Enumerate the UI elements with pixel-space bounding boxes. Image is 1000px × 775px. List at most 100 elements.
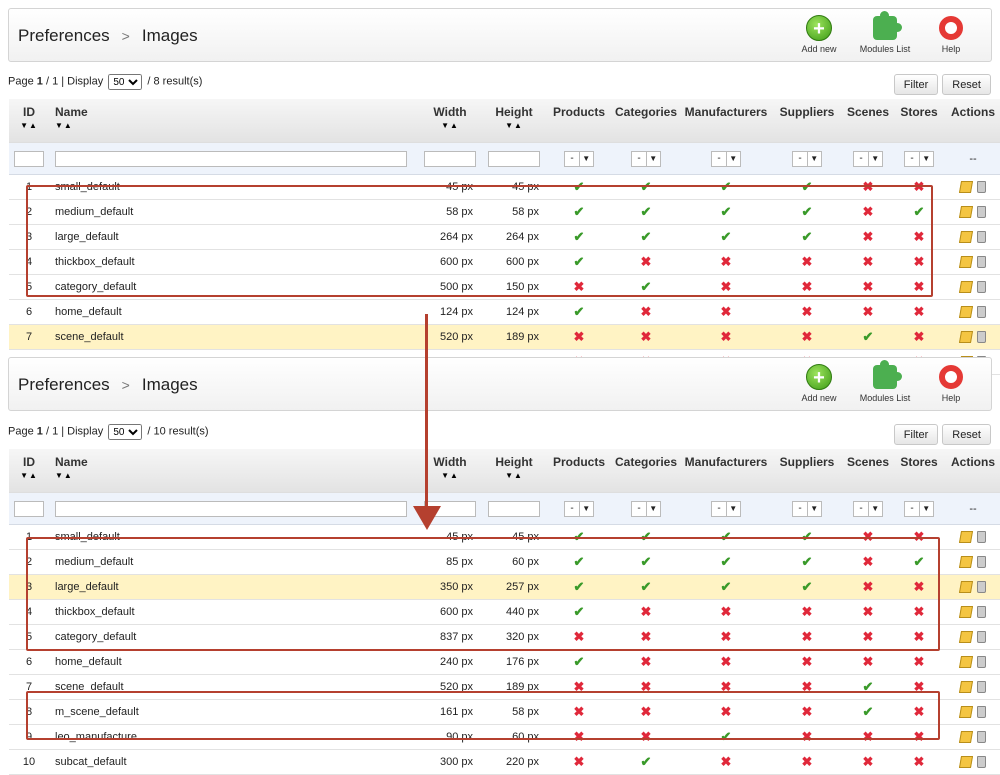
cross-icon[interactable]: ✖ (721, 654, 732, 669)
scenes-filter-select[interactable]: - ▼ (853, 150, 883, 167)
edit-icon[interactable] (958, 656, 974, 669)
cross-icon[interactable]: ✖ (914, 579, 925, 594)
cross-icon[interactable]: ✖ (802, 329, 813, 344)
check-icon[interactable]: ✔ (641, 754, 652, 769)
trash-icon[interactable] (977, 306, 986, 319)
edit-icon[interactable] (958, 256, 974, 269)
cross-icon[interactable]: ✖ (863, 654, 874, 669)
cross-icon[interactable]: ✖ (802, 254, 813, 269)
cross-icon[interactable]: ✖ (641, 654, 652, 669)
table-row[interactable]: 7 scene_default 520 px 189 px ✖ ✖ ✖ ✖ ✔ ✖ (9, 324, 1000, 350)
edit-icon[interactable] (958, 206, 974, 219)
check-icon[interactable]: ✔ (641, 579, 652, 594)
table-row[interactable]: 1 small_default 45 px 45 px ✔ ✔ ✔ ✔ ✖ ✖ (9, 174, 1000, 200)
table-row[interactable]: 3 large_default 264 px 264 px ✔ ✔ ✔ ✔ ✖ ✖ (9, 224, 1000, 250)
cross-icon[interactable]: ✖ (863, 754, 874, 769)
cross-icon[interactable]: ✖ (914, 229, 925, 244)
trash-icon[interactable] (977, 706, 986, 719)
edit-icon[interactable] (958, 231, 974, 244)
check-icon[interactable]: ✔ (802, 529, 813, 544)
cross-icon[interactable]: ✖ (914, 604, 925, 619)
cross-icon[interactable]: ✖ (721, 704, 732, 719)
page-size-select[interactable]: 50 (108, 74, 143, 90)
help-button[interactable]: Help (925, 14, 977, 54)
cross-icon[interactable]: ✖ (863, 729, 874, 744)
cross-icon[interactable]: ✖ (914, 654, 925, 669)
table-row[interactable]: 7 scene_default 520 px 189 px ✖ ✖ ✖ ✖ ✔ ✖ (9, 674, 1000, 700)
cross-icon[interactable]: ✖ (863, 179, 874, 194)
breadcrumb-preferences[interactable]: Preferences (18, 375, 110, 394)
height-filter-input[interactable] (488, 150, 540, 167)
stores-filter-select[interactable]: - ▼ (904, 150, 934, 167)
check-icon[interactable]: ✔ (641, 554, 652, 569)
cross-icon[interactable]: ✖ (721, 679, 732, 694)
table-row[interactable]: 9 leo_manufacture 90 px 60 px ✖ ✖ ✔ ✖ ✖ ✖ (9, 724, 1000, 750)
cross-icon[interactable]: ✖ (574, 704, 585, 719)
cross-icon[interactable]: ✖ (863, 629, 874, 644)
modules-list-button[interactable]: Modules List (859, 360, 911, 403)
cross-icon[interactable]: ✖ (574, 279, 585, 294)
cross-icon[interactable]: ✖ (802, 754, 813, 769)
check-icon[interactable]: ✔ (641, 279, 652, 294)
check-icon[interactable]: ✔ (574, 254, 585, 269)
filter-button[interactable]: Filter (893, 424, 939, 445)
suppliers-filter-select[interactable]: - ▼ (792, 150, 822, 167)
check-icon[interactable]: ✔ (641, 204, 652, 219)
categories-filter-select[interactable]: - ▼ (631, 500, 661, 517)
cross-icon[interactable]: ✖ (641, 254, 652, 269)
cross-icon[interactable]: ✖ (721, 629, 732, 644)
manufacturers-filter-select[interactable]: - ▼ (711, 150, 741, 167)
check-icon[interactable]: ✔ (914, 204, 925, 219)
cross-icon[interactable]: ✖ (721, 304, 732, 319)
help-button[interactable]: Help (925, 363, 977, 403)
cross-icon[interactable]: ✖ (641, 304, 652, 319)
table-row[interactable]: 8m_scene_default161 px58 px ✖ ✖ ✖ ✖ ✔ ✖ (9, 699, 1000, 725)
column-header-id[interactable]: ID ▼▲ (9, 99, 49, 143)
width-filter-input[interactable] (424, 150, 476, 167)
cross-icon[interactable]: ✖ (641, 604, 652, 619)
column-header-height[interactable]: Height ▼▲ (481, 449, 547, 493)
check-icon[interactable]: ✔ (574, 304, 585, 319)
sort-arrows-icon[interactable]: ▼▲ (55, 121, 418, 130)
table-row[interactable]: 5 category_default 500 px 150 px ✖ ✔ ✖ ✖ ✖ ✖ (9, 274, 1000, 300)
cross-icon[interactable]: ✖ (574, 729, 585, 744)
cross-icon[interactable]: ✖ (721, 254, 732, 269)
cross-icon[interactable]: ✖ (721, 279, 732, 294)
name-filter-input[interactable] (55, 500, 407, 517)
cross-icon[interactable]: ✖ (802, 629, 813, 644)
edit-icon[interactable] (958, 581, 974, 594)
check-icon[interactable]: ✔ (802, 229, 813, 244)
table-row[interactable]: 4 thickbox_default 600 px 600 px ✔ ✖ ✖ ✖ ✖ ✖ (9, 249, 1000, 275)
check-icon[interactable]: ✔ (574, 229, 585, 244)
scenes-filter-select[interactable]: - ▼ (853, 500, 883, 517)
column-header-name[interactable]: Name ▼▲ (49, 449, 419, 493)
id-filter-input[interactable] (14, 500, 44, 517)
edit-icon[interactable] (958, 681, 974, 694)
page-size-select[interactable]: 50 (108, 424, 143, 440)
cross-icon[interactable]: ✖ (641, 329, 652, 344)
cross-icon[interactable]: ✖ (802, 604, 813, 619)
cross-icon[interactable]: ✖ (863, 304, 874, 319)
manufacturers-filter-select[interactable]: - ▼ (711, 500, 741, 517)
cross-icon[interactable]: ✖ (721, 604, 732, 619)
cross-icon[interactable]: ✖ (914, 754, 925, 769)
edit-icon[interactable] (958, 331, 974, 344)
trash-icon[interactable] (977, 756, 986, 769)
sort-arrows-icon[interactable]: ▼▲ (10, 471, 48, 480)
cross-icon[interactable]: ✖ (914, 729, 925, 744)
check-icon[interactable]: ✔ (863, 679, 874, 694)
trash-icon[interactable] (977, 231, 986, 244)
check-icon[interactable]: ✔ (641, 179, 652, 194)
trash-icon[interactable] (977, 731, 986, 744)
cross-icon[interactable]: ✖ (914, 329, 925, 344)
check-icon[interactable]: ✔ (721, 729, 732, 744)
filter-button[interactable]: Filter (893, 74, 939, 95)
cross-icon[interactable]: ✖ (914, 304, 925, 319)
name-filter-input[interactable] (55, 150, 407, 167)
cross-icon[interactable]: ✖ (914, 254, 925, 269)
cross-icon[interactable]: ✖ (914, 679, 925, 694)
check-icon[interactable]: ✔ (721, 229, 732, 244)
cross-icon[interactable]: ✖ (802, 304, 813, 319)
stores-filter-select[interactable]: - ▼ (904, 500, 934, 517)
categories-filter-select[interactable]: - ▼ (631, 150, 661, 167)
